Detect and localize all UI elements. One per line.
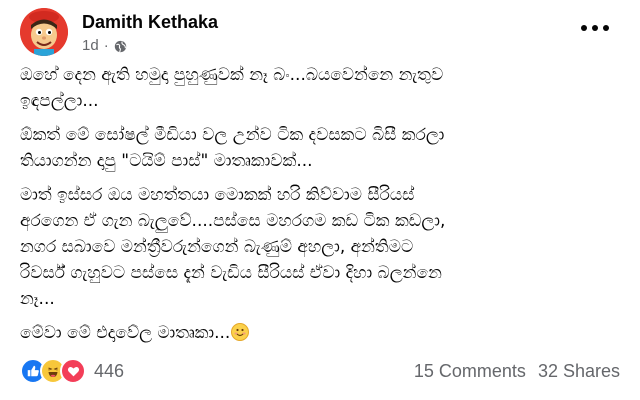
meta-separator: · bbox=[103, 37, 109, 54]
more-dot-icon bbox=[603, 25, 609, 31]
more-dot-icon bbox=[592, 25, 598, 31]
post-paragraph: මාත් ඉස්සර ඔය මහත්තයා මොකක් හරි කිව්වාම … bbox=[20, 182, 620, 312]
post-timestamp[interactable]: 1d bbox=[82, 37, 99, 55]
post-line: මාත් ඉස්සර ඔය මහත්තයා මොකක් හරි කිව්වාම … bbox=[20, 185, 415, 205]
post-line: නෑ... bbox=[20, 289, 55, 309]
post-paragraph: ඔහේ දෙන ඇති හමුදා පුහුණුවක් නෑ බං...බයවෙ… bbox=[20, 62, 620, 114]
post-line: ඔහේ දෙන ඇති හමුදා පුහුණුවක් නෑ බං...බයවෙ… bbox=[20, 65, 444, 85]
love-reaction-icon bbox=[60, 358, 86, 384]
more-options-button[interactable] bbox=[575, 18, 615, 38]
smiling-face-emoji-icon bbox=[231, 323, 250, 341]
reaction-count: 446 bbox=[94, 360, 125, 381]
post-line: නගර සබාවෙ මන්ත්‍රීවරුන්ගෙන් බැණුම් අහලා,… bbox=[20, 237, 414, 257]
reactions-summary[interactable]: 446 bbox=[20, 358, 124, 384]
post-line: ඕකත් මේ සෝෂල් මීඩියා වල උන්ව ටික දවසකට බ… bbox=[20, 125, 445, 145]
avatar-cartoon-icon bbox=[20, 8, 68, 56]
globe-icon[interactable] bbox=[114, 40, 127, 53]
facebook-post: Damith Kethaka 1d · ඔහේ දෙන ඇති හමුදා පු… bbox=[0, 0, 640, 400]
post-line: මේවා මේ එදාවේල මාතෘකා... bbox=[20, 323, 231, 343]
post-stats: 15 Comments 32 Shares bbox=[414, 361, 620, 382]
post-line: තියාගන්න දාපු "ටයිම් පාස්" මාතෘකාවක්... bbox=[20, 151, 313, 171]
post-body: ඔහේ දෙන ඇති හමුදා පුහුණුවක් නෑ බං...බයවෙ… bbox=[20, 62, 620, 354]
post-paragraph: ඕකත් මේ සෝෂල් මීඩියා වල උන්ව ටික දවසකට බ… bbox=[20, 122, 620, 174]
post-line: රිවර්ස් ගැහුවට පස්සෙ දැන් වැඩිය සීරියස් … bbox=[20, 263, 442, 283]
post-meta: 1d · bbox=[82, 37, 127, 55]
author-name[interactable]: Damith Kethaka bbox=[82, 10, 218, 34]
comments-count-link[interactable]: 15 Comments bbox=[414, 361, 526, 382]
shares-count-link[interactable]: 32 Shares bbox=[538, 361, 620, 382]
post-line: අරගෙන ඒ ගැන බැලුවේ....පස්සෙ මහරගම කඩ ටික… bbox=[20, 211, 446, 231]
avatar[interactable] bbox=[20, 8, 68, 56]
more-dot-icon bbox=[581, 25, 587, 31]
post-footer: 446 15 Comments 32 Shares bbox=[20, 356, 620, 386]
post-line: ඉඳපල්ලා... bbox=[20, 91, 99, 111]
post-paragraph: මේවා මේ එදාවේල මාතෘකා... bbox=[20, 320, 620, 346]
